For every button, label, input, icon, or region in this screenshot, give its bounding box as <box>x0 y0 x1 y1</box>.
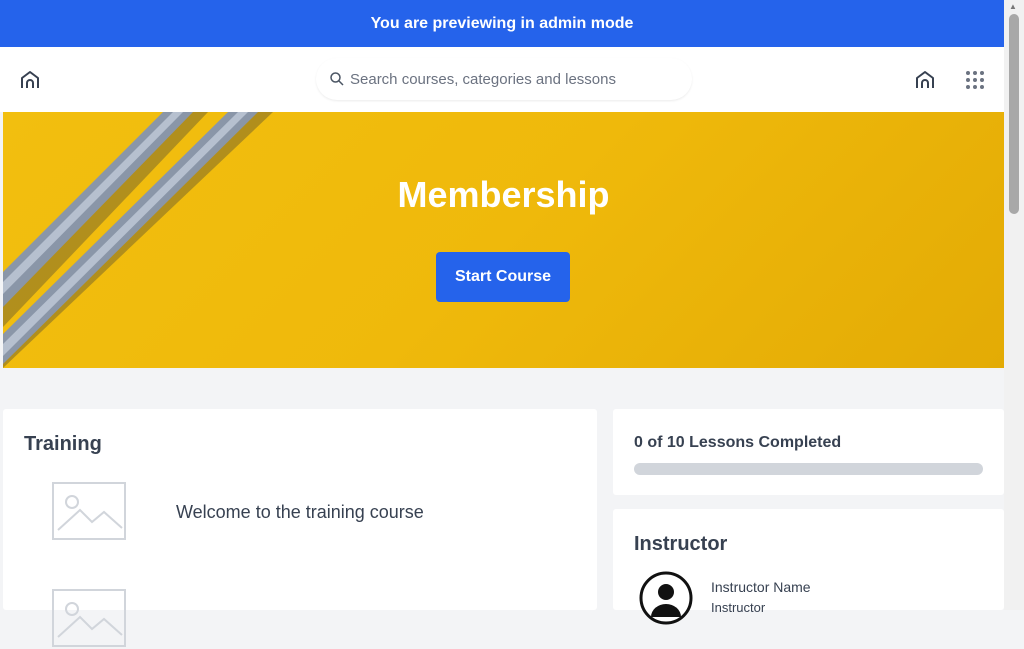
scrollbar-thumb[interactable] <box>1009 14 1019 214</box>
apps-grid-icon[interactable] <box>964 69 986 91</box>
lesson-title: Welcome to the training course <box>176 502 424 522</box>
training-panel: Training Welcome to the training course <box>3 409 597 647</box>
start-course-button[interactable]: Start Course <box>436 252 570 302</box>
instructor-name: Instructor Name <box>711 579 811 595</box>
top-navigation <box>0 47 1004 112</box>
admin-banner-text: You are previewing in admin mode <box>370 14 634 32</box>
home-icon[interactable] <box>913 68 937 92</box>
admin-preview-banner: You are previewing in admin mode <box>0 0 1004 47</box>
progress-panel: 0 of 10 Lessons Completed <box>613 409 1004 495</box>
page-scrollbar[interactable]: ▲ <box>1004 0 1024 610</box>
lesson-item[interactable] <box>52 589 552 649</box>
training-section-title: Training <box>24 433 102 455</box>
home-icon[interactable] <box>18 68 42 92</box>
image-placeholder-icon <box>52 482 126 540</box>
lessons-completed-text: 0 of 10 Lessons Completed <box>634 434 842 451</box>
search-bar[interactable] <box>316 58 692 100</box>
lesson-item[interactable]: Welcome to the training course <box>52 482 552 542</box>
instructor-role: Instructor <box>711 600 766 615</box>
instructor-section-title: Instructor <box>634 533 728 555</box>
pencils-image <box>3 112 273 368</box>
instructor-panel: Instructor Instructor Name Instructor <box>613 509 1004 625</box>
course-title: Membership <box>397 174 610 215</box>
image-placeholder-icon <box>52 589 126 647</box>
search-icon <box>330 72 344 86</box>
search-input[interactable] <box>350 70 680 88</box>
scroll-up-icon[interactable]: ▲ <box>1009 2 1017 11</box>
course-hero-banner: Membership Start Course <box>3 112 1004 368</box>
progress-bar <box>634 463 983 475</box>
avatar-icon <box>639 571 693 625</box>
